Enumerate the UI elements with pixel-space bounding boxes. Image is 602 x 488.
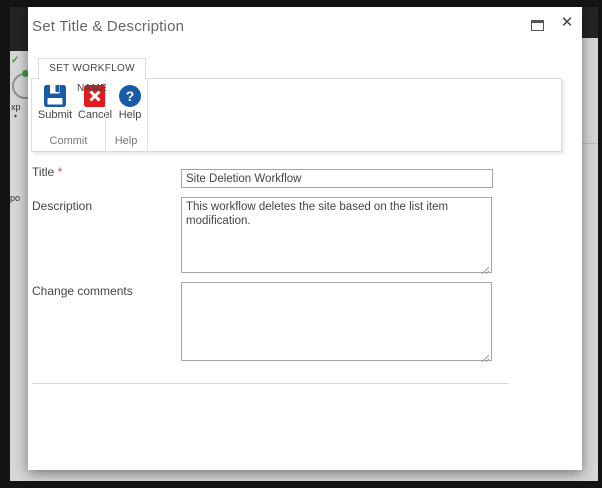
- submit-button-label: Submit: [37, 109, 73, 121]
- description-textarea[interactable]: This workflow deletes the site based on …: [181, 197, 492, 273]
- dialog-title: Set Title & Description: [32, 18, 185, 35]
- help-button-label: Help: [118, 109, 142, 121]
- close-button[interactable]: ✕: [558, 14, 576, 32]
- ribbon: Submit Cancel ? Help Commit Help: [31, 78, 562, 152]
- title-input[interactable]: [181, 169, 493, 188]
- help-button[interactable]: ? Help: [112, 85, 148, 121]
- title-field-label: Title *: [32, 165, 63, 179]
- change-comments-field: [181, 282, 492, 363]
- description-field: This workflow deletes the site based on …: [181, 197, 492, 275]
- background-text-fragment-po: po: [10, 193, 21, 203]
- cancel-button-label: Cancel: [77, 109, 113, 121]
- background-ribbon-edge: [582, 143, 598, 144]
- set-title-description-dialog: Set Title & Description ✕ SET WORKFLOW N…: [28, 7, 582, 470]
- description-field-label: Description: [32, 199, 93, 213]
- suite-bar-left-fragment: [10, 38, 28, 51]
- tab-set-workflow-name[interactable]: SET WORKFLOW NAME: [38, 58, 146, 94]
- ribbon-group-label-help: Help: [114, 135, 138, 147]
- chevron-down-icon: ▾: [14, 114, 18, 120]
- ribbon-group-separator: [147, 79, 148, 151]
- check-icon: ✓: [11, 55, 20, 66]
- maximize-button[interactable]: [531, 20, 544, 31]
- screenshot-stage: ✓ xp ▾ po Set Title & Description ✕ SET …: [0, 0, 602, 488]
- change-comments-textarea[interactable]: [181, 282, 492, 361]
- ribbon-group-label-commit: Commit: [49, 135, 88, 147]
- footer-divider: [32, 383, 509, 384]
- change-comments-field-label: Change comments: [32, 284, 133, 298]
- required-marker: *: [57, 165, 63, 179]
- help-question-icon: ?: [119, 85, 141, 107]
- background-text-fragment-xp: xp: [11, 102, 21, 112]
- submit-button[interactable]: Submit: [36, 85, 74, 121]
- save-floppy-icon: [44, 85, 66, 107]
- background-left-sliver: ✓ xp ▾ po: [10, 51, 28, 470]
- resize-grip-icon[interactable]: [481, 350, 490, 363]
- resize-grip-icon[interactable]: [481, 262, 490, 275]
